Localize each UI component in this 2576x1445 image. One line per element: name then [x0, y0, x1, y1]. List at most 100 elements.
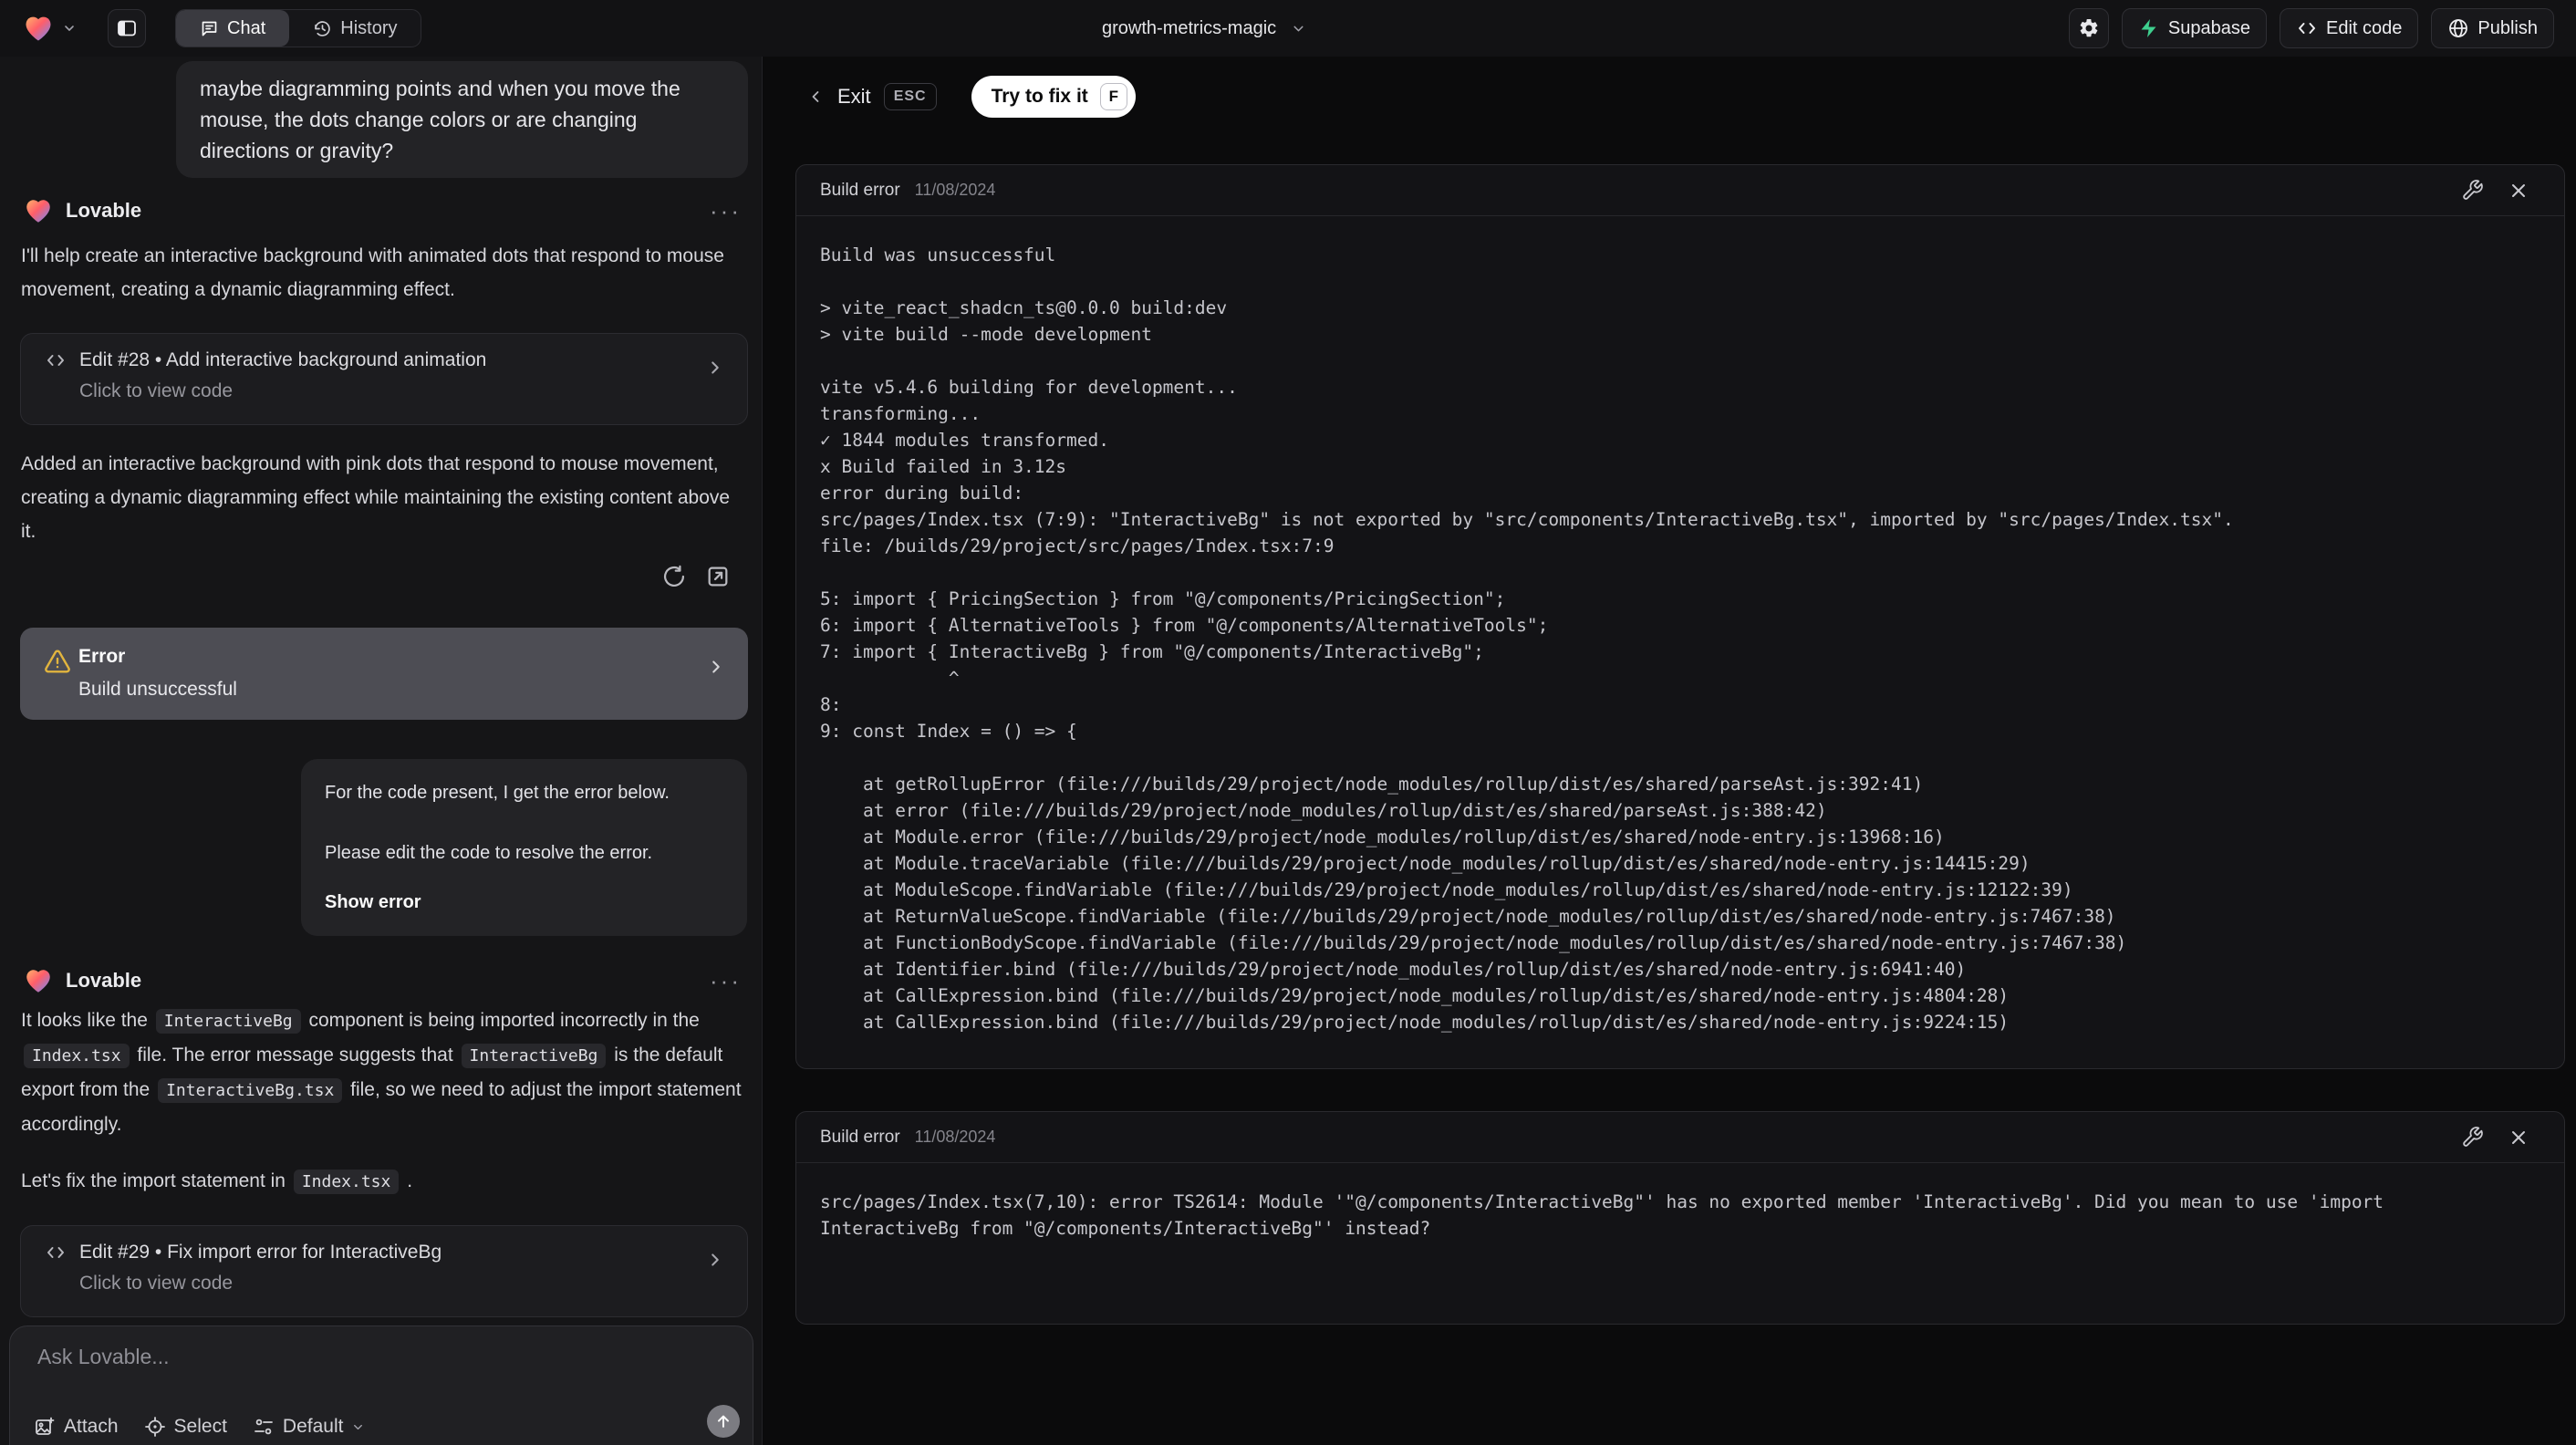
assistant-name: Lovable: [66, 199, 142, 222]
tab-chat[interactable]: Chat: [176, 10, 290, 47]
edit-code-label: Edit code: [2326, 17, 2403, 38]
message-actions: [661, 564, 731, 589]
attach-label: Attach: [64, 1416, 119, 1437]
lovable-avatar: [23, 195, 54, 226]
locate-target-icon: [144, 1416, 166, 1438]
tab-history-label: History: [340, 17, 398, 38]
console-header: Build error 11/08/2024: [796, 165, 2564, 216]
attach-image-icon: [34, 1416, 56, 1438]
warning-triangle-icon: [44, 648, 71, 675]
chevron-left-icon: [806, 88, 825, 106]
inline-code: InteractiveBg: [155, 1009, 301, 1034]
assistant-message-header: Lovable ···: [23, 195, 742, 226]
arrow-up-icon: [714, 1412, 732, 1430]
wrench-icon[interactable]: [2461, 179, 2484, 202]
chat-panel: maybe diagramming points and when you mo…: [0, 57, 763, 1445]
inline-code: InteractiveBg: [461, 1044, 607, 1068]
inline-code: InteractiveBg.tsx: [158, 1078, 343, 1103]
wrench-icon[interactable]: [2461, 1126, 2484, 1149]
publish-button[interactable]: Publish: [2431, 8, 2554, 48]
mode-dropdown[interactable]: Default: [253, 1416, 366, 1438]
history-clock-icon: [313, 19, 332, 38]
chat-bubble-icon: [200, 19, 219, 38]
lovable-logo-menu[interactable]: [22, 12, 77, 45]
composer-toolbar: Attach Select Default: [34, 1416, 365, 1438]
error-card-subtitle: Build unsuccessful: [78, 679, 237, 700]
build-error-console: Build error 11/08/2024 src/pages/Index.t…: [795, 1111, 2565, 1325]
edit-code-button[interactable]: Edit code: [2280, 8, 2419, 48]
chat-history-tabs: Chat History: [175, 9, 422, 47]
assistant-message-header: Lovable ···: [23, 965, 742, 996]
chevron-right-icon: [705, 358, 725, 378]
preview-toolbar: Exit ESC Try to fix it F: [806, 76, 1136, 118]
chevron-down-icon: [1291, 21, 1306, 36]
inline-code: Index.tsx: [293, 1170, 400, 1194]
external-link-icon[interactable]: [705, 564, 731, 589]
console-title: Build error: [820, 180, 900, 200]
message-menu-button[interactable]: ···: [710, 197, 742, 225]
edit-card-subtitle: Click to view code: [79, 1273, 234, 1294]
sliders-icon: [253, 1416, 275, 1438]
chat-input[interactable]: [37, 1345, 676, 1387]
project-name-dropdown[interactable]: growth-metrics-magic: [1102, 0, 1306, 57]
panel-left-icon: [116, 17, 138, 39]
chevron-down-icon: [351, 1420, 365, 1434]
sidebar-toggle-button[interactable]: [108, 9, 146, 47]
assistant-result-text: Added an interactive background with pin…: [21, 453, 731, 542]
mode-label: Default: [282, 1416, 344, 1437]
code-brackets-icon: [45, 1242, 67, 1263]
code-brackets-icon: [2296, 17, 2318, 39]
error-card-title: Error: [78, 646, 126, 667]
supabase-button[interactable]: Supabase: [2121, 8, 2267, 48]
chevron-down-icon: [62, 21, 77, 36]
build-log: Build was unsuccessful > vite_react_shad…: [820, 244, 2234, 1033]
build-error-card[interactable]: Error Build unsuccessful: [20, 628, 748, 720]
user-message: For the code present, I get the error be…: [301, 759, 747, 936]
edit-card-28[interactable]: Edit #28 • Add interactive background an…: [20, 333, 748, 425]
edit-card-29[interactable]: Edit #29 • Fix import error for Interact…: [20, 1225, 748, 1317]
select-button[interactable]: Select: [144, 1416, 227, 1438]
tab-chat-label: Chat: [227, 17, 266, 38]
close-icon[interactable]: [2508, 1127, 2529, 1149]
send-button[interactable]: [707, 1405, 740, 1438]
build-error-console: Build error 11/08/2024 Build was unsucce…: [795, 164, 2565, 1069]
build-log: src/pages/Index.tsx(7,10): error TS2614:…: [820, 1191, 2394, 1239]
assistant-name: Lovable: [66, 969, 142, 992]
console-header: Build error 11/08/2024: [796, 1112, 2564, 1163]
edit-card-title: Edit #29 • Fix import error for Interact…: [79, 1242, 442, 1263]
message-menu-button[interactable]: ···: [710, 967, 742, 995]
lovable-heart-icon: [22, 12, 55, 45]
lovable-avatar: [23, 965, 54, 996]
fix-label: Try to fix it: [991, 86, 1088, 107]
publish-label: Publish: [2477, 17, 2538, 38]
attach-button[interactable]: Attach: [34, 1416, 119, 1438]
code-brackets-icon: [45, 349, 67, 371]
f-shortcut-key: F: [1099, 83, 1127, 110]
chevron-right-icon: [706, 657, 726, 677]
assistant-text: I'll help create an interactive backgrou…: [21, 239, 748, 307]
settings-button[interactable]: [2068, 8, 2109, 48]
project-name: growth-metrics-magic: [1102, 17, 1277, 38]
user-message-text: maybe diagramming points and when you mo…: [200, 77, 680, 162]
topbar-actions: Supabase Edit code Publish: [2068, 8, 2554, 48]
chat-composer: Attach Select Default: [9, 1325, 753, 1445]
user-message: maybe diagramming points and when you mo…: [176, 61, 748, 178]
gear-icon: [2078, 17, 2100, 39]
console-date: 11/08/2024: [914, 181, 996, 199]
assistant-rich-text: Let's fix the import statement in Index.…: [21, 1164, 748, 1199]
restore-rotate-icon[interactable]: [661, 564, 687, 589]
close-icon[interactable]: [2508, 180, 2529, 202]
try-to-fix-button[interactable]: Try to fix it F: [971, 76, 1136, 118]
user-message-line: Please edit the code to resolve the erro…: [325, 843, 653, 863]
tab-history[interactable]: History: [289, 10, 421, 47]
exit-button[interactable]: Exit ESC: [806, 83, 937, 110]
edit-card-subtitle: Click to view code: [79, 380, 234, 401]
supabase-bolt-icon: [2138, 17, 2160, 39]
console-title: Build error: [820, 1127, 900, 1147]
assistant-intro-text: I'll help create an interactive backgrou…: [21, 245, 724, 300]
show-error-link[interactable]: Show error: [325, 889, 723, 916]
select-label: Select: [173, 1416, 227, 1437]
esc-shortcut-badge: ESC: [883, 83, 937, 110]
assistant-text: Added an interactive background with pin…: [21, 447, 748, 548]
topbar: Chat History growth-metrics-magic Supaba…: [0, 0, 2576, 57]
